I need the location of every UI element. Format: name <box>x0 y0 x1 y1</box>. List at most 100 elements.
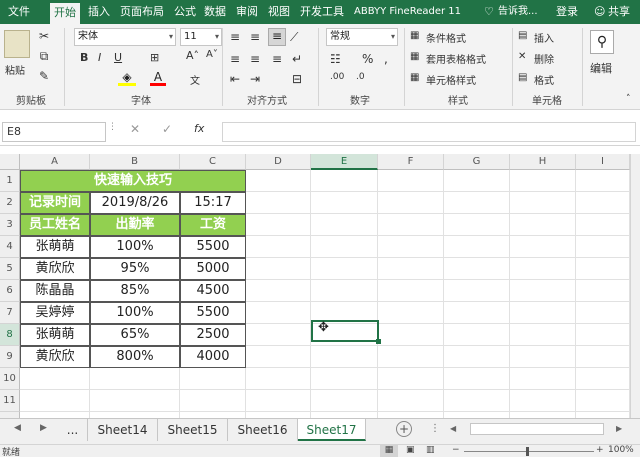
decrease-indent-icon[interactable]: ⇤ <box>230 72 240 86</box>
tell-me-input[interactable]: 告诉我... <box>498 0 538 24</box>
column-header-i[interactable]: I <box>576 154 630 170</box>
font-size-select[interactable]: 11 ▾ <box>180 28 222 46</box>
delete-icon[interactable]: ✕ <box>518 51 526 62</box>
conditional-format-button[interactable]: 条件格式 <box>426 30 466 45</box>
format-icon[interactable]: ▤ <box>518 72 527 83</box>
tab-sheet14[interactable]: Sheet14 <box>88 419 158 441</box>
conditional-format-icon[interactable]: ▦ <box>410 30 419 41</box>
zoom-out-icon[interactable]: − <box>452 445 460 455</box>
prev-sheet-icon[interactable]: ◀ <box>14 423 21 433</box>
table-cell-salary[interactable]: 5500 <box>180 302 246 324</box>
row-header-6[interactable]: 6 <box>0 280 20 302</box>
increase-font-icon[interactable]: A˄ <box>186 49 199 62</box>
header-attendance-cell[interactable]: 出勤率 <box>90 214 180 236</box>
name-box[interactable]: E8 <box>2 122 106 142</box>
column-header-a[interactable]: A <box>20 154 90 170</box>
zoom-in-icon[interactable]: + <box>596 445 604 455</box>
table-cell-salary[interactable]: 4000 <box>180 346 246 368</box>
table-cell-attendance[interactable]: 95% <box>90 258 180 280</box>
tab-sheet17[interactable]: Sheet17 <box>298 419 366 441</box>
row-header-11[interactable]: 11 <box>0 390 20 412</box>
table-cell-salary[interactable]: 5000 <box>180 258 246 280</box>
scroll-splitter[interactable]: ⋮ <box>430 423 440 434</box>
decrease-decimal-icon[interactable]: .0 <box>356 72 365 82</box>
tab-home[interactable]: 开始 <box>50 3 80 24</box>
tab-view[interactable]: 视图 <box>268 0 290 24</box>
cancel-icon[interactable]: ✕ <box>130 122 140 136</box>
insert-icon[interactable]: ▤ <box>518 30 527 41</box>
column-header-f[interactable]: F <box>378 154 444 170</box>
row-header-5[interactable]: 5 <box>0 258 20 280</box>
phonetic-icon[interactable]: 文 <box>190 72 200 87</box>
tab-formulas[interactable]: 公式 <box>174 0 196 24</box>
tab-abbyy[interactable]: ABBYY FineReader 11 <box>354 0 461 24</box>
row-header-1[interactable]: 1 <box>0 170 20 192</box>
cell-style-button[interactable]: 单元格样式 <box>426 72 476 87</box>
record-label-cell[interactable]: 记录时间 <box>20 192 90 214</box>
decrease-font-icon[interactable]: A˅ <box>206 49 218 60</box>
insert-button[interactable]: 插入 <box>534 30 554 45</box>
cell-style-icon[interactable]: ▦ <box>410 72 419 83</box>
page-break-view-icon[interactable]: ▥ <box>426 445 435 455</box>
increase-decimal-icon[interactable]: .00 <box>330 72 344 82</box>
delete-button[interactable]: 删除 <box>534 51 554 66</box>
font-name-select[interactable]: 宋体 ▾ <box>74 28 176 46</box>
zoom-slider[interactable] <box>464 451 594 452</box>
table-cell-name[interactable]: 张萌萌 <box>20 236 90 258</box>
title-cell[interactable]: 快速输入技巧 <box>20 170 246 192</box>
next-sheet-icon[interactable]: ▶ <box>40 423 47 433</box>
column-header-d[interactable]: D <box>246 154 311 170</box>
align-left-icon[interactable]: ≡ <box>230 52 240 66</box>
paste-button[interactable]: 粘贴 <box>5 62 25 77</box>
italic-button[interactable]: I <box>98 51 101 64</box>
number-format-select[interactable]: 常规 ▾ <box>326 28 398 46</box>
column-header-b[interactable]: B <box>90 154 180 170</box>
format-painter-icon[interactable]: ✎ <box>36 68 52 84</box>
header-name-cell[interactable]: 员工姓名 <box>20 214 90 236</box>
zoom-thumb[interactable] <box>526 447 529 456</box>
row-header-9[interactable]: 9 <box>0 346 20 368</box>
row-header-7[interactable]: 7 <box>0 302 20 324</box>
normal-view-icon[interactable]: ▦ <box>380 445 398 457</box>
vertical-scrollbar[interactable] <box>630 154 640 418</box>
insert-function-button[interactable]: fx <box>194 122 204 135</box>
row-header-3[interactable]: 3 <box>0 214 20 236</box>
align-center-icon[interactable]: ≡ <box>250 52 260 66</box>
more-sheets-button[interactable]: ... <box>58 419 88 441</box>
comma-icon[interactable]: , <box>384 52 388 66</box>
tab-developer[interactable]: 开发工具 <box>300 0 344 24</box>
table-format-icon[interactable]: ▦ <box>410 51 419 62</box>
row-header-8[interactable]: 8 <box>0 324 20 346</box>
align-right-icon[interactable]: ≡ <box>272 52 282 66</box>
collapse-ribbon-icon[interactable]: ˄ <box>626 94 631 104</box>
wrap-text-icon[interactable]: ↵ <box>292 52 302 66</box>
tab-sheet16[interactable]: Sheet16 <box>228 419 298 441</box>
align-top-icon[interactable]: ≡ <box>230 30 240 44</box>
page-layout-view-icon[interactable]: ▣ <box>406 445 415 455</box>
tab-data[interactable]: 数据 <box>204 0 226 24</box>
search-icon[interactable]: ⚲ <box>590 30 614 54</box>
select-all-corner[interactable] <box>0 154 20 170</box>
format-button[interactable]: 格式 <box>534 72 554 87</box>
column-header-e[interactable]: E <box>311 154 378 170</box>
table-cell-salary[interactable]: 4500 <box>180 280 246 302</box>
tab-review[interactable]: 审阅 <box>236 0 258 24</box>
column-header-h[interactable]: H <box>510 154 576 170</box>
add-sheet-button[interactable]: + <box>396 421 412 437</box>
table-cell-name[interactable]: 张萌萌 <box>20 324 90 346</box>
column-header-g[interactable]: G <box>444 154 510 170</box>
tab-insert[interactable]: 插入 <box>88 0 110 24</box>
row-header-2[interactable]: 2 <box>0 192 20 214</box>
table-cell-attendance[interactable]: 65% <box>90 324 180 346</box>
row-header-10[interactable]: 10 <box>0 368 20 390</box>
fill-color-icon[interactable]: ◈ <box>118 70 136 86</box>
worksheet-grid[interactable]: ABCDEFGHI 12345678910111213 快速输入技巧记录时间20… <box>0 154 630 456</box>
table-cell-name[interactable]: 吴婷婷 <box>20 302 90 324</box>
record-time-cell[interactable]: 15:17 <box>180 192 246 214</box>
underline-button[interactable]: U <box>114 51 122 64</box>
share-button[interactable]: 共享 <box>608 0 630 24</box>
table-cell-name[interactable]: 黄欣欣 <box>20 258 90 280</box>
fill-handle[interactable] <box>376 339 381 344</box>
record-date-cell[interactable]: 2019/8/26 <box>90 192 180 214</box>
enter-icon[interactable]: ✓ <box>162 122 172 136</box>
